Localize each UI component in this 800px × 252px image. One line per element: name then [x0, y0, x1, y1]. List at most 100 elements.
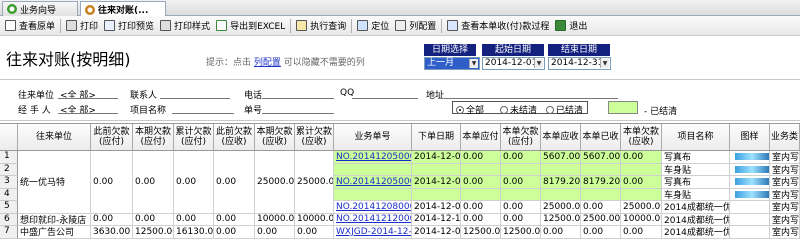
row-value-cell: 0.00: [501, 151, 541, 164]
column-header[interactable]: 累计欠款 (应收): [295, 124, 334, 151]
amount-cell: 10000.00: [255, 213, 295, 226]
row-value-cell: 12500.00: [461, 226, 501, 239]
doc-number-link[interactable]: [334, 188, 412, 201]
export-excel-button[interactable]: 导出到EXCEL: [213, 17, 288, 35]
row-value-cell: 0.00: [461, 201, 501, 214]
row-number: 1: [0, 151, 18, 164]
unit-name-cell[interactable]: 想印就印-永陵店: [18, 213, 91, 226]
project-name-cell: 写真布: [662, 151, 730, 164]
pattern-thumbnail-icon[interactable]: [735, 165, 769, 173]
view-source-button[interactable]: 查看原单: [2, 17, 58, 35]
column-config-button[interactable]: 列配置: [392, 17, 439, 35]
doc-number-field[interactable]: [262, 113, 334, 114]
tab-business-guide[interactable]: 业务向导: [2, 1, 78, 16]
unit-underline: [58, 98, 118, 99]
radio-settled[interactable]: 已结清: [546, 103, 583, 116]
row-value-cell: [581, 188, 621, 201]
doc-number-link[interactable]: WXJGD-2014-12-0: [334, 226, 412, 239]
column-header[interactable]: 此前欠款 (应付): [91, 124, 133, 151]
unit-field[interactable]: <全 部>: [60, 88, 96, 101]
row-value-cell: 2014-12-05: [412, 151, 461, 164]
column-header[interactable]: 累计欠款 (应付): [174, 124, 214, 151]
row-value-cell: [412, 163, 461, 176]
doc-number-link[interactable]: NO.201412050001: [334, 151, 412, 164]
column-header[interactable]: 业务单号: [334, 124, 412, 151]
column-header[interactable]: 本期欠款 (应收): [255, 124, 295, 151]
radio-all[interactable]: 全部: [456, 103, 484, 116]
column-header[interactable]: 下单日期: [412, 124, 461, 151]
doc-number-link[interactable]: NO.201412120001: [334, 213, 412, 226]
doc-number-link[interactable]: [334, 163, 412, 176]
radio-unsettled[interactable]: 未结清: [500, 103, 537, 116]
view-receipt-process-button[interactable]: 查看本单收(付)款过程: [444, 17, 552, 35]
tab-strip: 业务向导 往来对账(...: [0, 0, 800, 17]
doc-number-link[interactable]: NO.201412080001: [334, 201, 412, 214]
pattern-thumbnail-icon[interactable]: [735, 190, 769, 198]
button-label: 查看原单: [19, 22, 56, 32]
contact-field[interactable]: [160, 98, 230, 99]
unit-name-cell[interactable]: 中盛广告公司: [18, 226, 91, 239]
handler-field[interactable]: <全 部>: [60, 103, 96, 116]
column-header[interactable]: 往来单位: [18, 124, 91, 151]
column-header[interactable]: 项目名称: [662, 124, 730, 151]
date-select-header: 日期选择: [424, 44, 476, 56]
printer-icon: [66, 20, 78, 31]
business-type-cell: 室内写: [770, 188, 800, 201]
qq-field[interactable]: [352, 98, 418, 99]
business-type-cell: 室内写: [770, 213, 800, 226]
row-number: 4: [0, 188, 18, 201]
row-value-cell: 5607.00: [581, 151, 621, 164]
address-label: 地址: [426, 91, 445, 101]
project-field[interactable]: [172, 113, 234, 114]
column-config-link[interactable]: 列配置: [254, 58, 281, 68]
amount-cell: 12500.00: [133, 226, 174, 239]
handler-underline: [58, 113, 118, 114]
exit-button[interactable]: 退出: [552, 17, 590, 35]
column-header[interactable]: 本单已收: [581, 124, 621, 151]
start-date-picker[interactable]: 2014-12-01 ▼: [482, 57, 545, 70]
start-date-value: 2014-12-01: [485, 58, 538, 68]
column-header[interactable]: 业务类: [770, 124, 800, 151]
pattern-thumbnail-icon[interactable]: [735, 178, 769, 186]
unit-name-cell[interactable]: 统一优马特: [18, 151, 91, 214]
row-value-cell: [581, 163, 621, 176]
print-style-icon: [160, 20, 172, 31]
toolbar-separator: [290, 18, 292, 33]
column-header[interactable]: 本单应付: [461, 124, 501, 151]
row-value-cell: 0.00: [461, 176, 501, 189]
locate-button[interactable]: 定位: [354, 17, 392, 35]
end-date-picker[interactable]: 2014-12-31 ▼: [548, 57, 611, 70]
row-value-cell: 2014-12-08: [412, 201, 461, 214]
gear-icon: [7, 4, 17, 14]
row-value-cell: 0.00: [461, 213, 501, 226]
button-label: 打印: [80, 22, 99, 32]
row-number: 7: [0, 226, 18, 239]
column-header[interactable]: 本单欠款 (应收): [621, 124, 662, 151]
print-preview-button[interactable]: 打印预览: [101, 17, 157, 35]
column-header[interactable]: 本单欠款 (应付): [501, 124, 541, 151]
row-value-cell: [621, 188, 662, 201]
row-value-cell: 0.00: [581, 201, 621, 214]
doc-number-link[interactable]: NO.201412050002: [334, 176, 412, 189]
run-query-button[interactable]: 执行查询: [293, 17, 349, 35]
print-style-button[interactable]: 打印样式: [157, 17, 213, 35]
address-field[interactable]: [444, 98, 618, 99]
phone-field[interactable]: [262, 98, 334, 99]
date-range-select[interactable]: 上一月 ▼: [424, 57, 480, 70]
column-header[interactable]: 本期欠款 (应付): [133, 124, 174, 151]
print-button[interactable]: 打印: [63, 17, 101, 35]
row-value-cell: 2014-12-05: [412, 176, 461, 189]
column-header[interactable]: 此前欠款 (应收): [214, 124, 255, 151]
pattern-thumbnail-icon[interactable]: [735, 153, 769, 161]
row-value-cell: 25000.00: [541, 201, 581, 214]
pattern-cell: [730, 213, 770, 226]
column-header[interactable]: 本单应收: [541, 124, 581, 151]
amount-cell: 0.00: [214, 213, 255, 226]
button-label: 查看本单收(付)款过程: [461, 22, 550, 32]
tab-reconciliation[interactable]: 往来对账(...: [80, 1, 166, 17]
amount-cell: 0.00: [91, 151, 133, 214]
column-header[interactable]: 图样: [730, 124, 770, 151]
project-name-cell: 2014成都统一优: [662, 201, 730, 214]
row-value-cell: [621, 163, 662, 176]
row-value-cell: 12500.00: [541, 213, 581, 226]
